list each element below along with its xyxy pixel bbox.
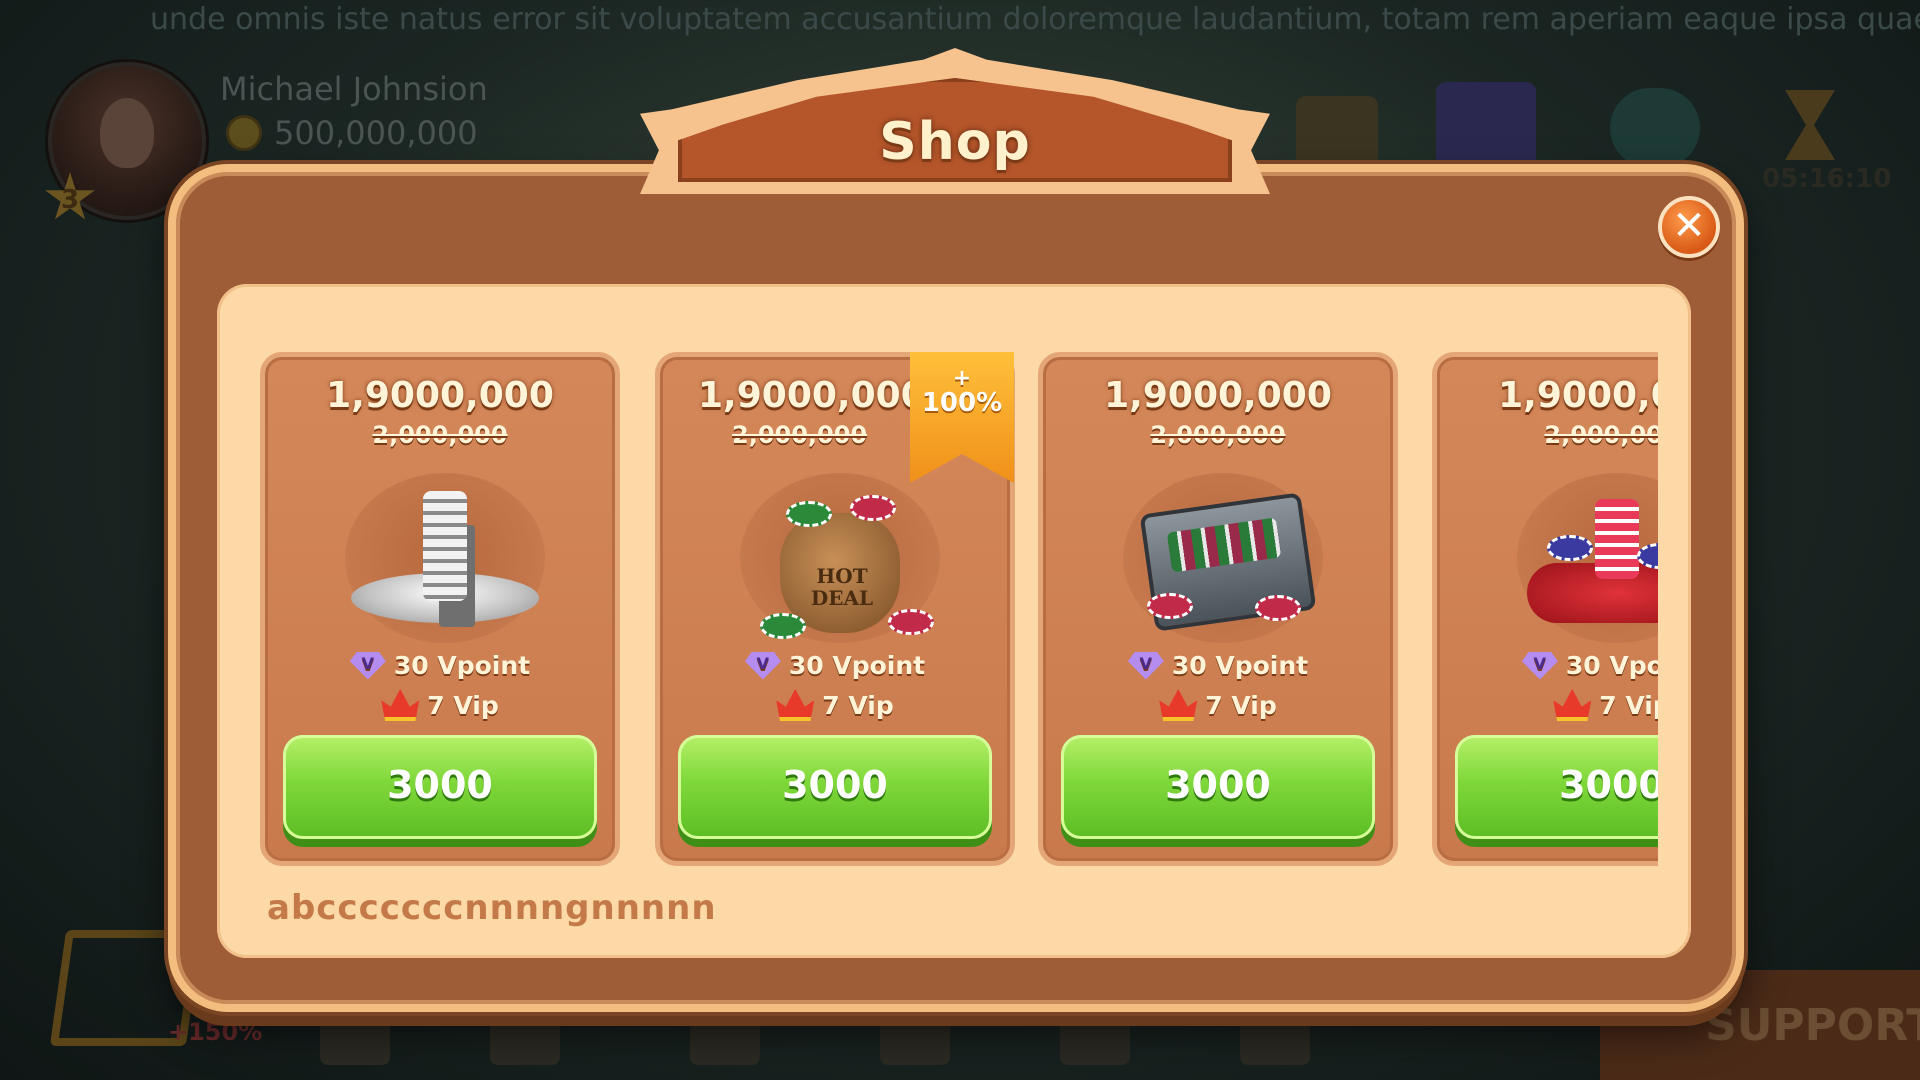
support-label: SUPPORT — [1705, 1000, 1920, 1051]
shop-cards-carousel[interactable]: 1,9000,000 2,000,000 V 30 Vpoint 7 Vip 3… — [260, 352, 1658, 866]
shop-card: 1,9000,000 2,000,000 V 30 Vpoint 7 Vip 3… — [260, 352, 620, 866]
chip-stack — [1595, 499, 1639, 579]
card-price: 1,9000,000 — [1104, 375, 1332, 416]
hot-deal-sack-icon: HOT DEAL — [740, 473, 940, 643]
shop-bonus-badge: +150% — [168, 1018, 263, 1046]
leaderboard-icon[interactable] — [490, 1005, 560, 1065]
chip — [1147, 593, 1193, 619]
gift-icon[interactable] — [1436, 82, 1536, 168]
shop-content-panel: 1,9000,000 2,000,000 V 30 Vpoint 7 Vip 3… — [217, 284, 1691, 958]
card-vip: 7 Vip — [1043, 689, 1393, 721]
buy-button[interactable]: 3000 — [1455, 735, 1658, 839]
trophy-icon[interactable] — [320, 1005, 390, 1065]
player-name: Michael Johnsion — [220, 70, 488, 108]
ribbon-plus: + — [952, 366, 972, 391]
chip-stack — [423, 491, 467, 601]
vip-label: 7 Vip — [822, 690, 894, 720]
vip-crown-icon — [1553, 689, 1592, 721]
chip — [888, 609, 934, 635]
close-icon: ✕ — [1672, 203, 1706, 249]
vpoint-gem-icon: V — [349, 651, 386, 680]
card-vpoint: V 30 Vpoint — [1043, 651, 1393, 680]
chip — [850, 495, 896, 521]
buy-button[interactable]: 3000 — [678, 735, 992, 839]
card-price: 1,9000,000 — [326, 375, 554, 416]
card-vip: 7 Vip — [1437, 689, 1658, 721]
shop-card: 1,9000,000 2,000,000 V 30 Vpoint 7 Vip 3… — [1432, 352, 1658, 866]
shop-title: Shop — [879, 112, 1031, 172]
close-button[interactable]: ✕ — [1658, 196, 1720, 258]
facebook-icon[interactable] — [1060, 1005, 1130, 1065]
chip — [1547, 535, 1593, 561]
sack-label: HOT DEAL — [810, 564, 874, 610]
avatar-face — [100, 98, 154, 168]
card-old-price: 2,000,000 — [1150, 421, 1286, 449]
vpoint-label: 30 Vpoint — [393, 651, 531, 680]
vpoint-gem-icon: V — [744, 651, 781, 680]
vip-crown-icon — [1159, 689, 1198, 721]
shop-card: 1,9000,000 2,000,000 + 100% HOT DEAL V 3… — [655, 352, 1015, 866]
vpoint-gem-icon: V — [1521, 651, 1558, 680]
card-vip: 7 Vip — [265, 689, 615, 721]
card-old-price: 2,000,000 — [372, 421, 508, 449]
vip-crown-icon — [381, 689, 420, 721]
card-vpoint: V 30 Vpoint — [660, 651, 1010, 680]
vpoint-label: 30 Vpoint — [1171, 651, 1309, 680]
card-old-price: 2,000,000 — [1544, 421, 1658, 449]
player-coins: 500,000,000 — [226, 114, 478, 152]
vip-label: 7 Vip — [1205, 690, 1277, 720]
chips-on-plate-icon — [345, 473, 545, 643]
hourglass-icon — [1785, 90, 1835, 160]
chips-on-cushion-icon — [1517, 473, 1658, 643]
ribbon-percent: 100% — [921, 388, 1003, 418]
buy-button[interactable]: 3000 — [283, 735, 597, 839]
vpoint-label: 30 Vpoint — [788, 651, 926, 680]
marquee-text: unde omnis iste natus error sit voluptat… — [150, 2, 1920, 37]
buy-button[interactable]: 3000 — [1061, 735, 1375, 839]
shop-footer-note: abcccccccnnnngnnnnn — [267, 888, 717, 928]
chip — [786, 501, 832, 527]
settings-gear-icon[interactable] — [1240, 1005, 1310, 1065]
safe-icon[interactable] — [1296, 96, 1378, 168]
mail-icon[interactable] — [880, 1005, 950, 1065]
chip — [760, 613, 806, 639]
chip-chest-icon — [1123, 473, 1323, 643]
chips-stack-icon[interactable] — [1610, 88, 1700, 168]
player-coin-amount: 500,000,000 — [274, 114, 478, 152]
coin-icon — [226, 115, 262, 151]
friends-icon[interactable] — [690, 1005, 760, 1065]
shop-card: 1,9000,000 2,000,000 V 30 Vpoint 7 Vip 3… — [1038, 352, 1398, 866]
card-price: 1,9000,000 — [1498, 375, 1658, 416]
vip-label: 7 Vip — [427, 690, 499, 720]
card-vip: 7 Vip — [660, 689, 1010, 721]
bonus-timer: 05:16:10 — [1762, 164, 1892, 194]
vpoint-label: 30 Vpoint — [1565, 651, 1658, 680]
vip-crown-icon — [776, 689, 815, 721]
chip — [1255, 595, 1301, 621]
bonus-ribbon: + 100% — [910, 352, 1014, 483]
card-vpoint: V 30 Vpoint — [265, 651, 615, 680]
vip-label: 7 Vip — [1599, 690, 1658, 720]
shop-title-plate: Shop — [640, 48, 1270, 194]
card-vpoint: V 30 Vpoint — [1437, 651, 1658, 680]
vpoint-gem-icon: V — [1127, 651, 1164, 680]
